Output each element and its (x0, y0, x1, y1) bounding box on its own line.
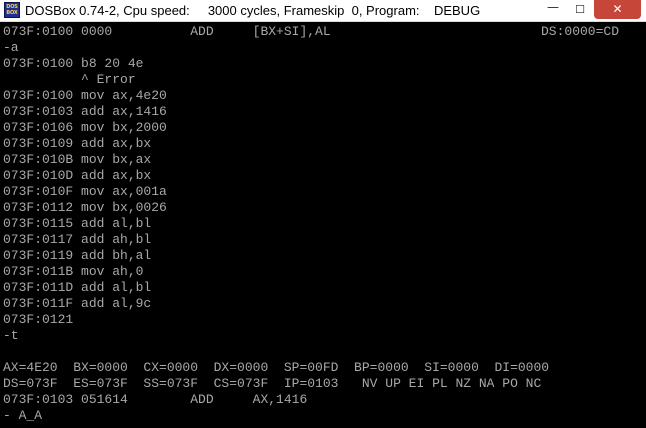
title-bar[interactable]: DOS BOX DOSBox 0.74-2, Cpu speed: 3000 c… (0, 0, 646, 22)
console-line: 073F:0100 b8 20 4e (3, 56, 144, 71)
console-line: 073F:0103 add ax,1416 (3, 104, 167, 119)
dosbox-icon: DOS BOX (4, 2, 20, 18)
window-title: DOSBox 0.74-2, Cpu speed: 3000 cycles, F… (25, 3, 481, 18)
dosbox-window: DOS BOX DOSBox 0.74-2, Cpu speed: 3000 c… (0, 0, 646, 428)
console-line: -a (3, 40, 19, 55)
console-line: 073F:011F add al,9c (3, 296, 152, 311)
error-line: ^ Error (3, 72, 136, 87)
register-line: DS=073F ES=073F SS=073F CS=073F IP=0103 … (3, 376, 542, 391)
console-line: 073F:0115 add al,bl (3, 216, 152, 231)
console-line: 073F:010B mov bx,ax (3, 152, 152, 167)
console-line: 073F:0103 051614 ADD AX,1416 (3, 392, 308, 407)
register-line: AX=4E20 BX=0000 CX=0000 DX=0000 SP=00FD … (3, 360, 550, 375)
close-button[interactable]: ✕ (594, 0, 641, 19)
console-line: 073F:0109 add ax,bx (3, 136, 152, 151)
console-line: 073F:0112 mov bx,0026 (3, 200, 167, 215)
console-line: 073F:010F mov ax,001a (3, 184, 167, 199)
console-line: 073F:011B mov ah,0 (3, 264, 144, 279)
debug-console[interactable]: 073F:0100 0000 ADD [BX+SI],AL DS:0000=CD… (3, 24, 643, 428)
command-prompt[interactable]: - A_A (3, 408, 643, 424)
maximize-button[interactable]: ☐ (567, 0, 593, 19)
minimize-button[interactable]: — (540, 0, 566, 19)
console-line: 073F:0100 mov ax,4e20 (3, 88, 167, 103)
console-line: 073F:0119 add bh,al (3, 248, 152, 263)
console-line: 073F:0117 add ah,bl (3, 232, 152, 247)
console-line: -t (3, 328, 19, 343)
console-line: 073F:011D add al,bl (3, 280, 152, 295)
console-line: 073F:0106 mov bx,2000 (3, 120, 167, 135)
console-line: 073F:010D add ax,bx (3, 168, 152, 183)
console-line: 073F:0121 (3, 312, 74, 327)
ds-readout: DS:0000=CD (540, 24, 619, 39)
